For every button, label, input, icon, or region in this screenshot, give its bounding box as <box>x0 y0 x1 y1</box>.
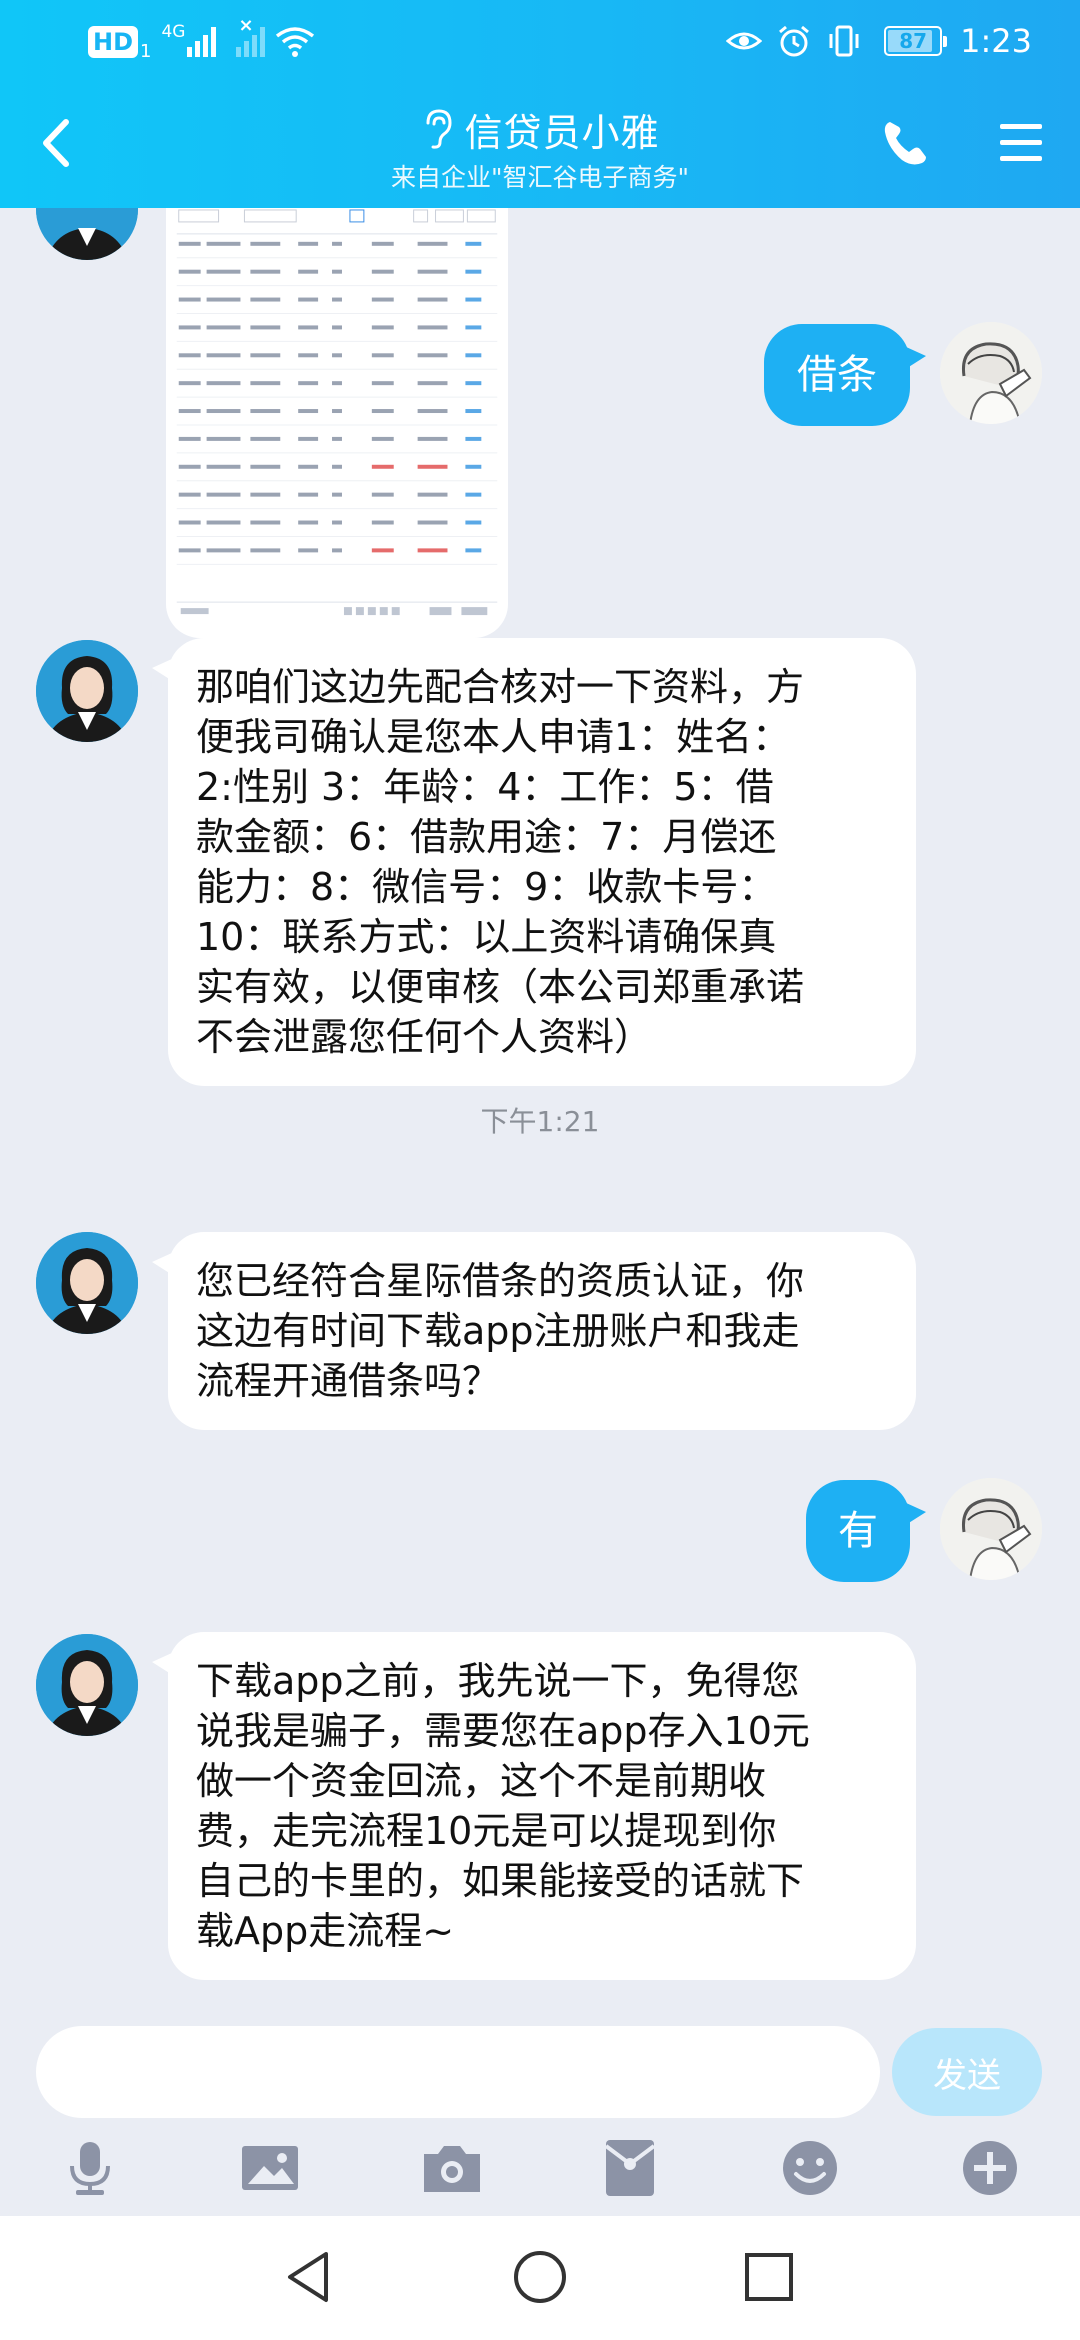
network-type-label: 4G <box>161 22 186 42</box>
message-timestamp: 下午1:21 <box>480 1105 600 1138</box>
message-line: 下载app之前，我先说一下，免得您 <box>196 1659 800 1703</box>
message-line: 自己的卡里的，如果能接受的话就下 <box>196 1859 805 1903</box>
image-icon[interactable] <box>238 2136 302 2200</box>
wifi-icon <box>276 27 315 57</box>
message-line: 那咱们这边先配合核对一下资料，方 <box>196 665 805 709</box>
message-line: 说我是骗子，需要您在app存入10元 <box>196 1709 810 1753</box>
status-bar-left: HD 1 4G × <box>88 15 315 62</box>
message-line: 这边有时间下载app注册账户和我走 <box>196 1309 800 1353</box>
nav-recents-icon[interactable] <box>738 2246 800 2308</box>
eye-icon <box>726 32 763 50</box>
hd-badge: HD <box>88 26 139 58</box>
earpiece-mode-icon <box>426 109 452 149</box>
microphone-icon[interactable] <box>58 2136 122 2200</box>
user-avatar[interactable] <box>940 322 1042 424</box>
vibrate-icon <box>829 25 859 57</box>
agent-avatar[interactable] <box>36 1634 138 1736</box>
battery-percent: 87 <box>899 29 928 53</box>
message-input[interactable] <box>36 2026 880 2118</box>
agent-avatar[interactable] <box>36 208 138 260</box>
camera-icon[interactable] <box>420 2136 484 2200</box>
chat-title: 信贷员小雅 <box>464 110 660 155</box>
signal-strength-icon <box>187 27 217 57</box>
nav-home-icon[interactable] <box>509 2246 571 2308</box>
message-line: 费，走完流程10元是可以提现到你 <box>196 1809 777 1853</box>
status-bar-right: 87 1:23 <box>726 18 1032 64</box>
menu-icon[interactable] <box>996 118 1046 166</box>
alarm-icon <box>779 25 810 57</box>
system-navigation-bar <box>0 2216 1080 2340</box>
message-line: 流程开通借条吗？ <box>196 1359 501 1403</box>
message-line: 实有效，以便审核（本公司郑重承诺 <box>196 965 805 1009</box>
incoming-message-bubble[interactable]: 您已经符合星际借条的资质认证，你 这边有时间下载app注册账户和我走 流程开通借… <box>152 1232 916 1430</box>
message-line: 10：联系方式：以上资料请确保真 <box>196 915 777 959</box>
message-line: 便我司确认是您本人申请1：姓名： <box>196 715 791 759</box>
message-line: 做一个资金回流，这个不是前期收 <box>196 1759 767 1803</box>
status-time: 1:23 <box>960 22 1032 60</box>
nav-back-icon[interactable] <box>278 2246 340 2308</box>
message-line: 能力：8：微信号：9：收款卡号： <box>196 865 777 909</box>
user-avatar[interactable] <box>940 1478 1042 1580</box>
message-line: 款金额：6：借款用途：7：月偿还 <box>196 815 777 859</box>
message-text: 有 <box>838 1508 878 1554</box>
message-line: 您已经符合星际借条的资质认证，你 <box>196 1259 805 1303</box>
agent-avatar[interactable] <box>36 1232 138 1334</box>
message-line: 载App走流程~ <box>196 1909 455 1953</box>
battery-indicator: 87 <box>884 26 948 56</box>
phone-call-icon[interactable] <box>880 118 930 168</box>
chat-header: HD 1 4G × 87 1:23 信贷员小雅 来自企业"智汇谷电子商务" <box>0 0 1080 208</box>
incoming-message-bubble[interactable]: 下载app之前，我先说一下，免得您 说我是骗子，需要您在app存入10元 做一个… <box>152 1632 916 1980</box>
composer-toolbar <box>0 2136 1080 2206</box>
outgoing-message-bubble[interactable]: 借条 <box>764 324 926 426</box>
message-text: 借条 <box>797 352 877 398</box>
agent-avatar[interactable] <box>36 640 138 742</box>
sim-slot-label: 1 <box>140 41 152 62</box>
plus-icon[interactable] <box>958 2136 1022 2200</box>
signal-no-service-icon: × <box>236 15 266 57</box>
image-message-screenshot[interactable] <box>166 208 508 638</box>
chat-message-list[interactable]: 借条 那咱们这边先配合核对一下资料，方 便我司确认是您本人申请1：姓名： 2:性… <box>0 208 1080 2020</box>
emoji-icon[interactable] <box>778 2136 842 2200</box>
incoming-message-bubble[interactable]: 那咱们这边先配合核对一下资料，方 便我司确认是您本人申请1：姓名： 2:性别 3… <box>152 638 916 1086</box>
loan-records-screenshot-thumbnail <box>174 208 500 632</box>
outgoing-message-bubble[interactable]: 有 <box>806 1480 926 1582</box>
red-packet-icon[interactable] <box>598 2136 662 2200</box>
message-line: 不会泄露您任何个人资料） <box>196 1015 653 1059</box>
composer: 发送 <box>0 2020 1080 2216</box>
send-button[interactable]: 发送 <box>892 2028 1042 2116</box>
message-line: 2:性别 3：年龄：4：工作：5：借 <box>196 765 774 809</box>
